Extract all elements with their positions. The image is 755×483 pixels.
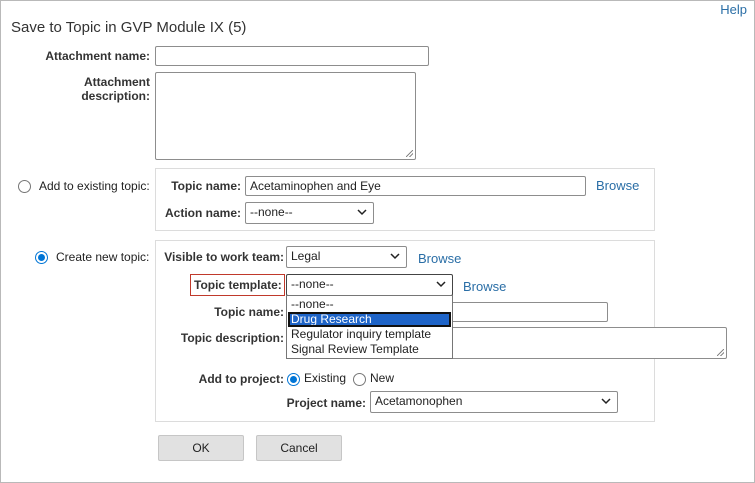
- visible-to-team-select[interactable]: Legal: [286, 246, 407, 268]
- resize-grip-icon[interactable]: [406, 150, 413, 157]
- existing-topic-name-label: Topic name:: [171, 179, 241, 193]
- attachment-description-label-line2: description:: [81, 89, 150, 103]
- project-name-value: Acetamonophen: [375, 394, 463, 408]
- project-existing-label: Existing: [304, 371, 347, 385]
- existing-topic-browse-link[interactable]: Browse: [596, 178, 639, 193]
- create-new-topic-radio[interactable]: [35, 251, 48, 264]
- chevron-down-icon: [390, 253, 400, 260]
- dialog-title: Save to Topic in GVP Module IX (5): [11, 19, 247, 36]
- chevron-down-icon: [436, 281, 446, 288]
- project-existing-radio[interactable]: [287, 373, 300, 386]
- project-name-label: Project name:: [286, 396, 366, 410]
- add-to-project-label: Add to project:: [198, 372, 284, 386]
- ok-button[interactable]: OK: [158, 435, 244, 461]
- attachment-description-label-line1: Attachment: [83, 75, 150, 89]
- chevron-down-icon: [601, 398, 611, 405]
- topic-description-label: Topic description:: [180, 331, 284, 345]
- template-option[interactable]: Signal Review Template: [288, 342, 451, 357]
- existing-topic-radio-label: Add to existing topic:: [39, 179, 150, 193]
- attachment-name-input[interactable]: [155, 46, 429, 66]
- visible-to-team-value: Legal: [291, 249, 321, 263]
- action-name-label: Action name:: [164, 206, 241, 220]
- project-new-label: New: [370, 371, 395, 385]
- template-option[interactable]: Regulator inquiry template: [288, 327, 451, 342]
- topic-template-dropdown-list: --none-- Drug Research Regulator inquiry…: [286, 295, 453, 359]
- visible-to-team-label: Visible to work team:: [164, 250, 284, 264]
- attachment-name-label: Attachment name:: [45, 49, 150, 63]
- resize-grip-icon[interactable]: [717, 349, 724, 356]
- topic-template-label: Topic template:: [194, 278, 282, 292]
- project-new-radio[interactable]: [353, 373, 366, 386]
- new-topic-name-label: Topic name:: [214, 305, 284, 319]
- cancel-button[interactable]: Cancel: [256, 435, 342, 461]
- topic-template-value: --none--: [291, 277, 334, 291]
- existing-topic-name-input[interactable]: Acetaminophen and Eye: [245, 176, 586, 196]
- project-name-select[interactable]: Acetamonophen: [370, 391, 618, 413]
- attachment-description-textarea[interactable]: [155, 72, 416, 160]
- create-new-topic-radio-label: Create new topic:: [56, 250, 150, 264]
- template-option-highlighted[interactable]: Drug Research: [288, 312, 451, 327]
- topic-template-browse-link[interactable]: Browse: [463, 279, 506, 294]
- chevron-down-icon: [357, 209, 367, 216]
- existing-topic-radio[interactable]: [18, 180, 31, 193]
- help-link[interactable]: Help: [720, 2, 747, 17]
- template-option[interactable]: --none--: [288, 297, 451, 312]
- topic-template-select[interactable]: --none--: [286, 274, 453, 296]
- visible-to-team-browse-link[interactable]: Browse: [418, 251, 461, 266]
- action-name-select[interactable]: --none--: [245, 202, 374, 224]
- action-name-value: --none--: [250, 205, 293, 219]
